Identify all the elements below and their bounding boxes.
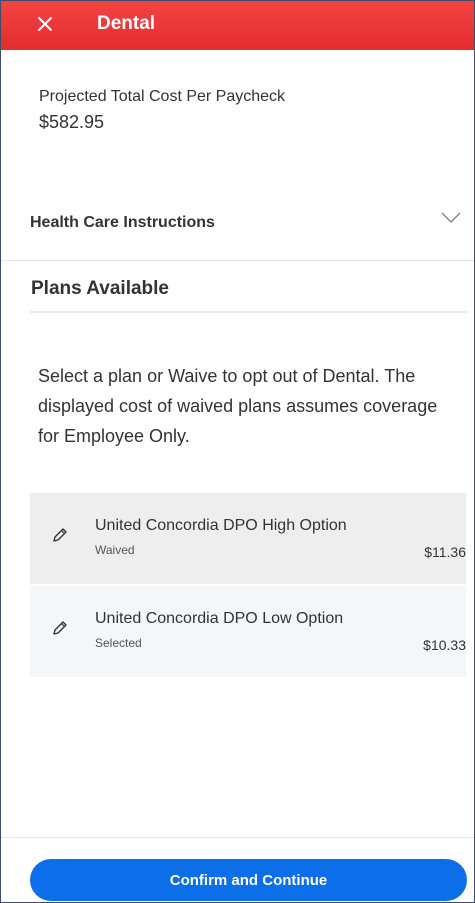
page-title: Dental [97,13,156,34]
plan-card-high-option[interactable]: United Concordia DPO High Option Waived … [30,493,466,584]
footer-divider [1,837,474,838]
health-care-instructions-toggle[interactable]: Health Care Instructions [1,196,474,261]
plan-name: United Concordia DPO Low Option [95,610,344,627]
dental-enrollment-screen: Dental Projected Total Cost Per Paycheck… [0,0,475,903]
pencil-icon [53,528,67,542]
close-icon [38,17,52,31]
close-button[interactable] [30,9,60,39]
plans-divider [30,311,467,313]
confirm-and-continue-button[interactable]: Confirm and Continue [30,859,467,901]
health-care-instructions-label: Health Care Instructions [30,214,215,231]
plan-name: United Concordia DPO High Option [95,517,347,534]
plan-price: $11.36 [424,544,466,560]
plans-description: Select a plan or Waive to opt out of Den… [38,366,438,446]
plans-available-heading: Plans Available [31,278,169,299]
projected-cost-value: $582.95 [39,112,105,132]
projected-cost-label: Projected Total Cost Per Paycheck [39,88,286,105]
plan-price: $10.33 [423,637,466,653]
plan-status: Waived [95,543,135,557]
plan-status: Selected [95,636,142,650]
pencil-icon [53,621,67,635]
chevron-down-icon [441,212,461,224]
header-bar: Dental [1,1,474,50]
plan-card-low-option[interactable]: United Concordia DPO Low Option Selected… [30,586,466,677]
